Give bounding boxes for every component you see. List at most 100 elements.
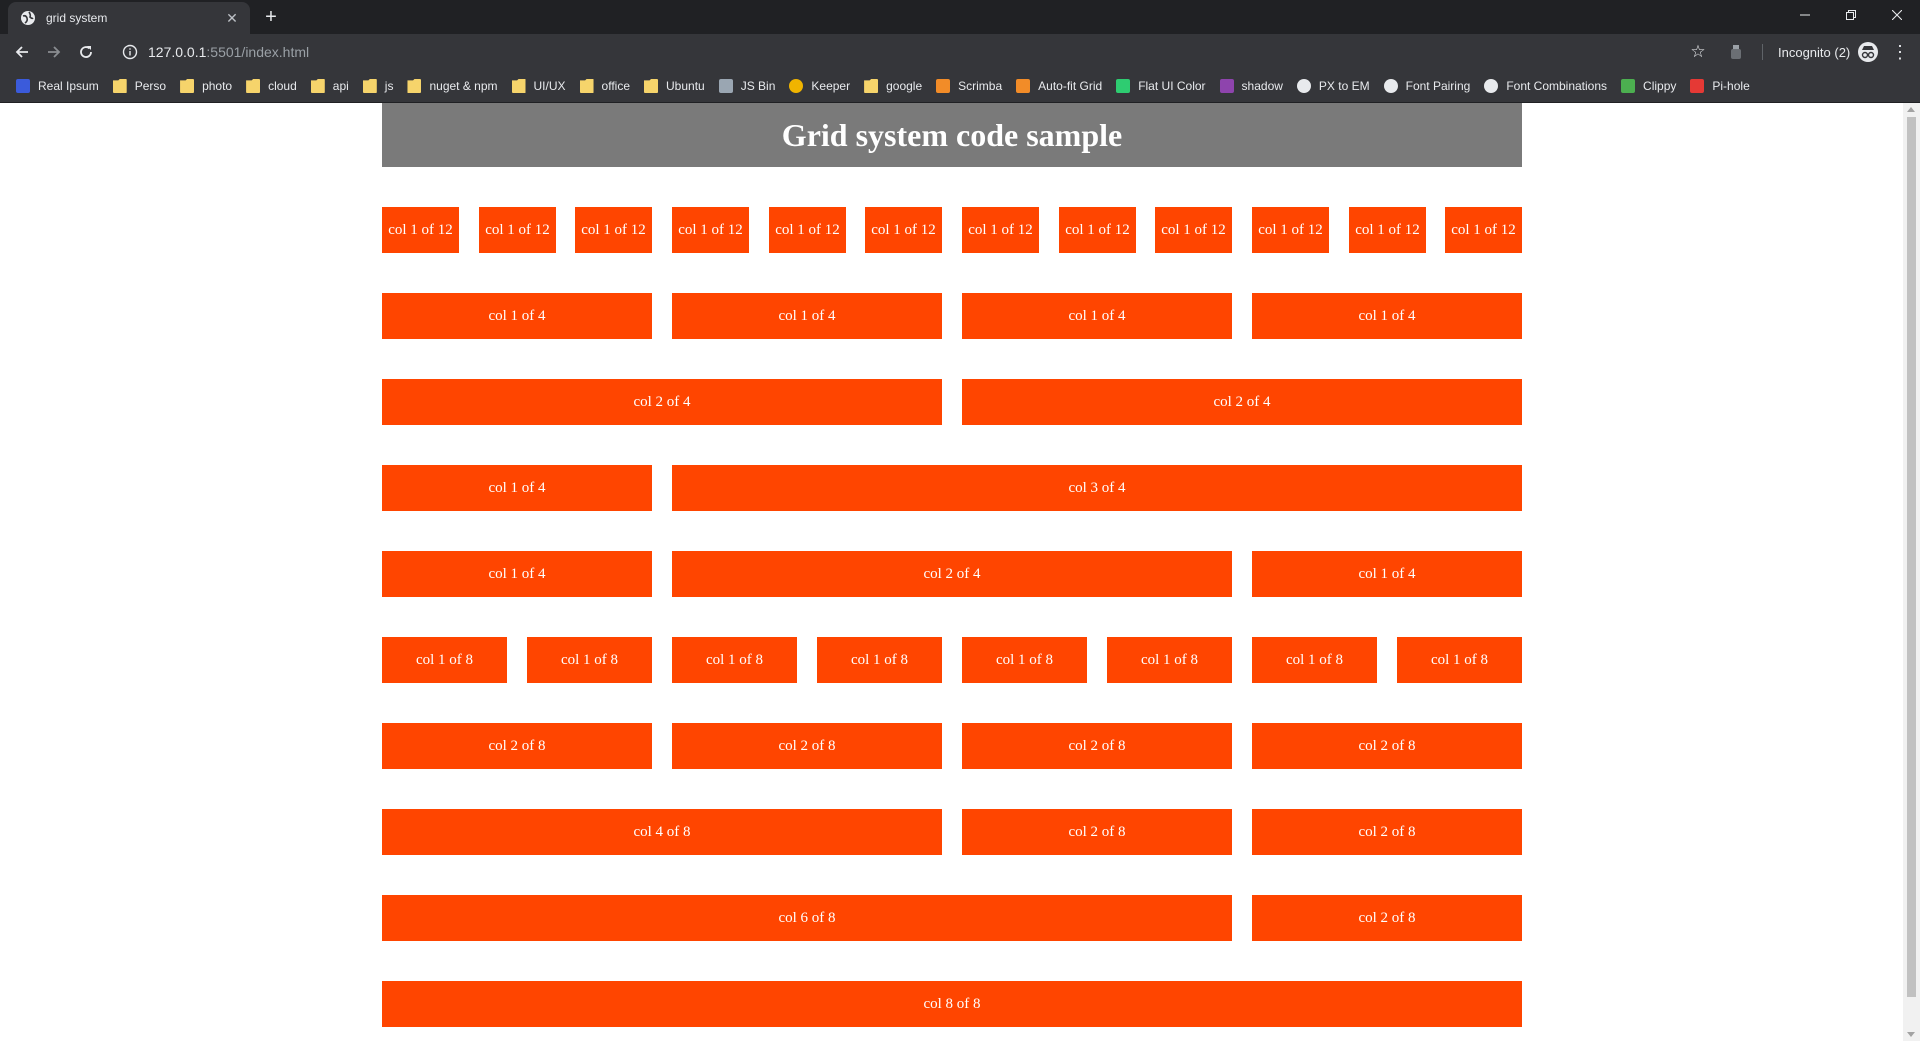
bookmark-label: Keeper — [811, 79, 851, 93]
back-button[interactable] — [10, 40, 34, 64]
grid-column: col 1 of 12 — [672, 207, 749, 253]
bookmark-item[interactable]: photo — [174, 74, 240, 98]
bookmark-label: Scrimba — [958, 79, 1003, 93]
bookmark-item[interactable]: google — [858, 74, 930, 98]
grid-column: col 2 of 8 — [962, 809, 1232, 855]
grid-column: col 3 of 4 — [672, 465, 1522, 511]
bookmark-item[interactable]: Real Ipsum — [10, 74, 107, 98]
grid-column: col 1 of 12 — [769, 207, 846, 253]
incognito-icon — [1858, 42, 1879, 62]
bookmark-label: photo — [202, 79, 233, 93]
bookmark-label: Font Combinations — [1506, 79, 1608, 93]
jsbin-icon — [718, 79, 733, 93]
tab-grid-system[interactable]: grid system ✕ — [8, 2, 250, 34]
bookmark-item[interactable]: Pi-hole — [1684, 74, 1757, 98]
shadow-icon — [1219, 79, 1234, 93]
bookmark-label: Clippy — [1643, 79, 1677, 93]
grid-column: col 1 of 12 — [962, 207, 1039, 253]
font-pairing-icon — [1383, 79, 1398, 93]
bookmark-item[interactable]: Keeper — [783, 74, 858, 98]
forward-button[interactable] — [42, 40, 66, 64]
url-path: :5501/index.html — [206, 44, 310, 60]
incognito-label: Incognito (2) — [1778, 44, 1851, 60]
real-ipsum-icon — [16, 79, 30, 93]
bookmark-item[interactable]: js — [357, 74, 402, 98]
folder-icon — [644, 79, 658, 93]
globe-icon — [20, 10, 36, 26]
bookmark-label: Font Pairing — [1405, 79, 1471, 93]
bookmark-label: Real Ipsum — [38, 79, 99, 93]
bookmark-item[interactable]: Font Pairing — [1378, 74, 1479, 98]
minimize-button[interactable] — [1782, 0, 1828, 30]
back-arrow-icon — [15, 46, 28, 58]
grid-column: col 1 of 4 — [382, 551, 652, 597]
folder-icon — [362, 79, 377, 93]
forward-arrow-icon — [48, 46, 61, 58]
page-viewport: Grid system code sample col 1 of 12 col 1… — [0, 103, 1903, 1041]
bookmark-item[interactable]: Clippy — [1615, 74, 1684, 98]
bookmarks-bar: Real Ipsum Perso photo cloud api js nuget & np… — [0, 70, 1920, 103]
scroll-up-arrow-icon[interactable] — [1907, 107, 1915, 112]
grid-column: col 2 of 8 — [962, 723, 1232, 769]
bookmark-label: PX to EM — [1318, 79, 1370, 93]
address-bar[interactable]: 127.0.0.1:5501/index.html — [112, 38, 1772, 66]
bookmark-label: Pi-hole — [1712, 79, 1750, 93]
grid-column: col 4 of 8 — [382, 809, 942, 855]
scroll-down-arrow-icon[interactable] — [1907, 1032, 1915, 1037]
grid-column: col 2 of 4 — [382, 379, 942, 425]
grid-column: col 1 of 4 — [1252, 551, 1522, 597]
bookmark-item[interactable]: Perso — [107, 74, 174, 98]
grid-column: col 2 of 4 — [962, 379, 1522, 425]
keeper-icon — [789, 79, 804, 93]
grid-row: col 1 of 4 col 1 of 4 col 1 of 4 col 1 of 4 — [382, 293, 1522, 339]
bookmark-star-icon[interactable]: ☆ — [1686, 40, 1710, 64]
site-info-icon[interactable] — [122, 44, 138, 60]
bookmark-item[interactable]: shadow — [1214, 74, 1291, 98]
reload-button[interactable] — [74, 40, 98, 64]
grid-column: col 1 of 12 — [382, 207, 459, 253]
reload-icon — [80, 46, 92, 58]
folder-icon — [511, 79, 526, 93]
bookmark-item[interactable]: Auto-fit Grid — [1010, 74, 1110, 98]
bookmark-item[interactable]: api — [305, 74, 357, 98]
bookmark-item[interactable]: office — [574, 74, 638, 98]
incognito-indicator[interactable]: Incognito (2) — [1778, 40, 1879, 64]
bookmark-item[interactable]: PX to EM — [1291, 74, 1378, 98]
grid-container: Grid system code sample col 1 of 12 col 1… — [382, 103, 1522, 1027]
toolbar-divider — [1762, 44, 1763, 60]
bookmark-label: Auto-fit Grid — [1038, 79, 1103, 93]
bookmark-label: js — [384, 79, 394, 93]
restore-button[interactable] — [1828, 0, 1874, 30]
bookmark-item[interactable]: Flat UI Color — [1110, 74, 1213, 98]
folder-icon — [579, 79, 594, 93]
bookmark-item[interactable]: UI/UX — [506, 74, 574, 98]
grid-column: col 1 of 8 — [672, 637, 797, 683]
folder-icon — [864, 79, 879, 93]
bookmark-item[interactable]: Ubuntu — [638, 74, 713, 98]
new-tab-button[interactable]: + — [260, 6, 282, 28]
scrollbar-thumb[interactable] — [1907, 117, 1916, 997]
grid-column: col 2 of 8 — [1252, 895, 1522, 941]
grid-column: col 1 of 4 — [962, 293, 1232, 339]
page-scrollbar[interactable] — [1903, 103, 1920, 1041]
browser-toolbar: 127.0.0.1:5501/index.html ☆ Incognito (2… — [0, 34, 1920, 70]
grid-column: col 2 of 8 — [382, 723, 652, 769]
bookmark-label: Ubuntu — [666, 79, 705, 93]
close-tab-icon[interactable]: ✕ — [224, 10, 240, 26]
folder-icon — [180, 79, 195, 93]
folder-icon — [407, 79, 422, 93]
close-window-button[interactable] — [1874, 0, 1920, 30]
bookmark-item[interactable]: cloud — [240, 74, 305, 98]
menu-icon[interactable]: ⋮ — [1888, 40, 1912, 64]
grid-column: col 2 of 8 — [1252, 723, 1522, 769]
bookmark-item[interactable]: Scrimba — [930, 74, 1010, 98]
extension-icon[interactable] — [1726, 42, 1746, 62]
grid-column: col 1 of 8 — [962, 637, 1087, 683]
grid-row: col 1 of 4 col 3 of 4 — [382, 465, 1522, 511]
bookmark-item[interactable]: Font Combinations — [1478, 74, 1615, 98]
bookmark-item[interactable]: nuget & npm — [401, 74, 505, 98]
bookmark-label: api — [332, 79, 349, 93]
bookmark-item[interactable]: JS Bin — [713, 74, 784, 98]
grid-row: col 1 of 8 col 1 of 8 col 1 of 8 col 1 of 8… — [382, 637, 1522, 683]
grid-column: col 1 of 12 — [1445, 207, 1522, 253]
